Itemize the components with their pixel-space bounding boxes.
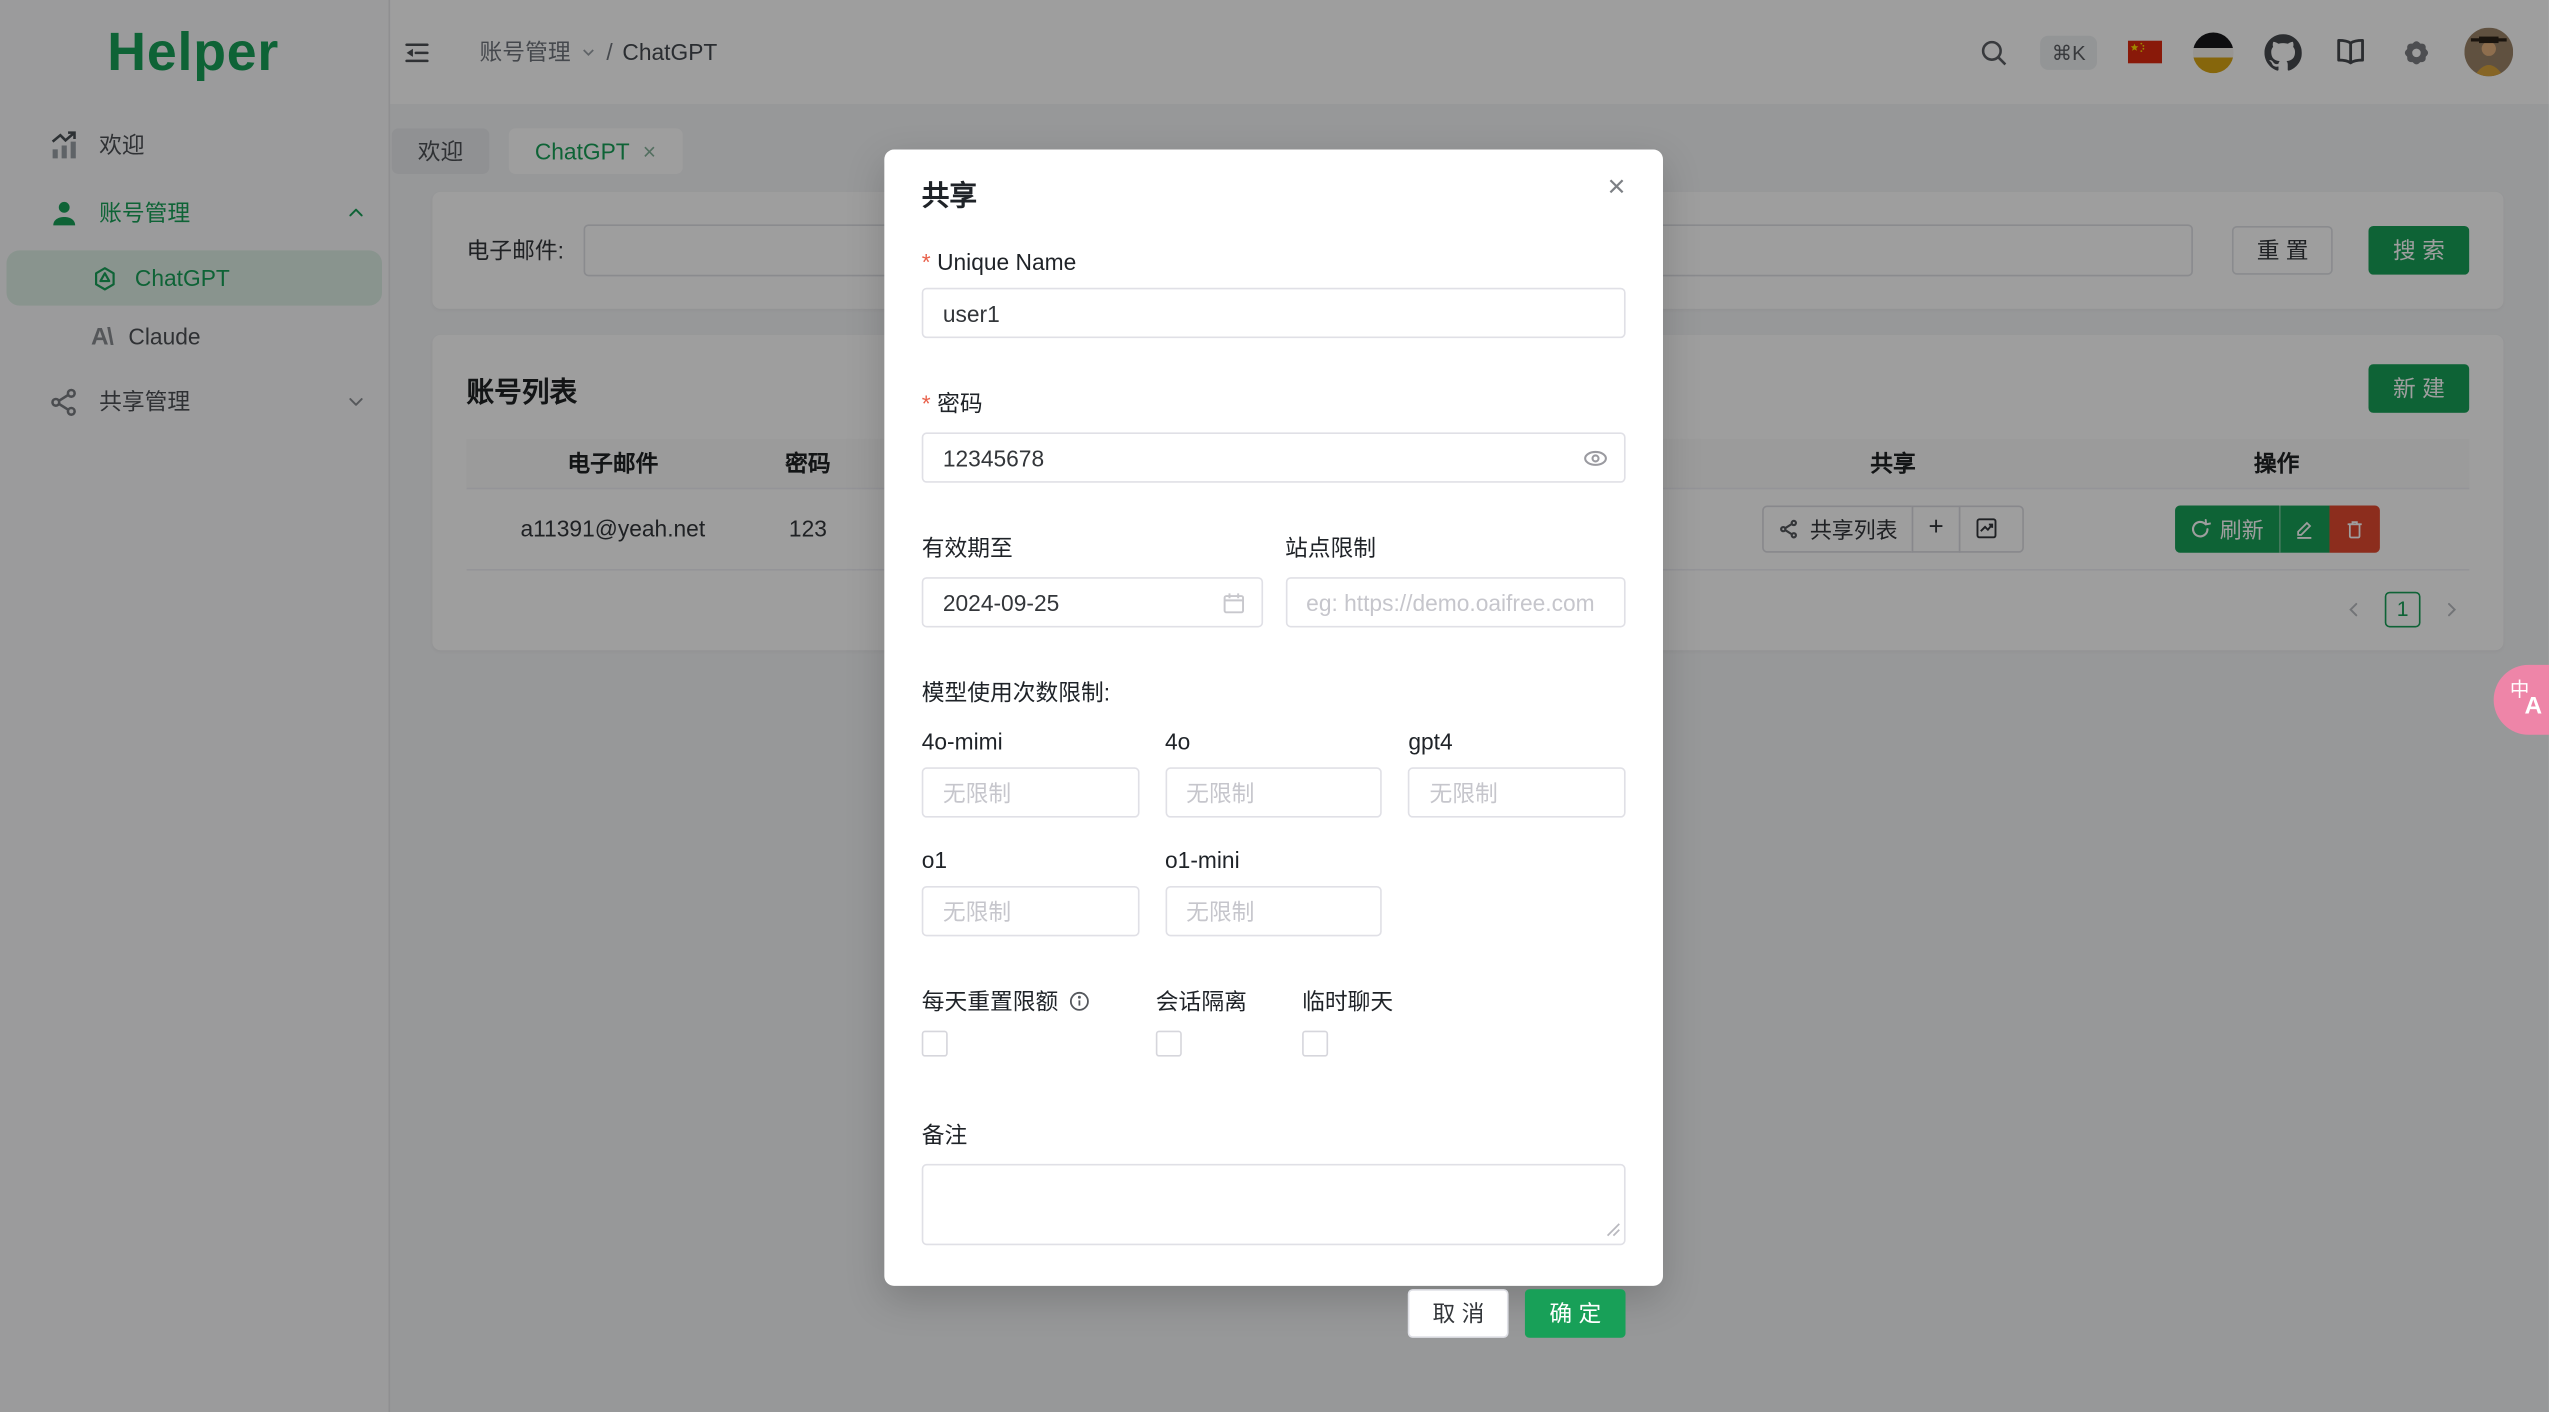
password-input[interactable] [921,432,1626,483]
calendar-icon [1220,589,1246,615]
password-label: * 密码 [921,390,983,417]
model-label-4o-mimi: 4o-mimi [921,728,1003,755]
model-limit-input-o1[interactable] [921,885,1140,937]
required-asterisk: * [921,390,931,417]
share-modal: 共享 × * Unique Name * 密码 有效期至 [884,149,1663,1338]
confirm-button[interactable]: 确 定 [1524,1289,1626,1338]
model-limit-input-o1-mini[interactable] [1165,885,1383,937]
model-limit-input-4o[interactable] [1165,767,1383,818]
model-limit-label: 模型使用次数限制: [921,679,1111,706]
model-limit-input-gpt4[interactable] [1408,767,1626,818]
unique-name-input[interactable] [921,287,1626,339]
model-label-4o: 4o [1165,728,1191,755]
modal-title: 共享 [921,180,977,212]
session-isolation-label: 会话隔离 [1155,988,1247,1015]
info-icon[interactable] [1068,990,1091,1013]
remark-label: 备注 [921,1121,968,1148]
site-limit-input[interactable] [1285,577,1626,628]
unique-name-label: * Unique Name [921,248,1077,275]
daily-reset-checkbox[interactable] [921,1030,948,1057]
eye-icon[interactable] [1582,444,1610,472]
model-limit-input-4o-mimi[interactable] [921,767,1140,818]
cancel-button[interactable]: 取 消 [1408,1289,1509,1338]
resize-grip-icon[interactable] [1606,1216,1621,1245]
required-asterisk: * [921,248,931,275]
site-limit-label: 站点限制 [1285,534,1377,561]
valid-until-date-input[interactable] [921,577,1263,628]
model-label-o1: o1 [921,846,948,873]
model-label-o1-mini: o1-mini [1165,846,1240,873]
temporary-chat-label: 临时聊天 [1302,988,1394,1015]
screen: Helper 欢迎 账号管理 ChatGPT A\ Claude 共享管理 账号… [0,0,2549,1412]
temporary-chat-checkbox[interactable] [1302,1030,1329,1057]
daily-reset-label: 每天重置限额 [922,985,1156,1018]
session-isolation-checkbox[interactable] [1155,1030,1182,1057]
modal-close-icon[interactable]: × [1608,172,1626,203]
remark-textarea[interactable] [921,1163,1626,1246]
valid-until-label: 有效期至 [921,534,1013,561]
model-label-gpt4: gpt4 [1408,728,1453,755]
